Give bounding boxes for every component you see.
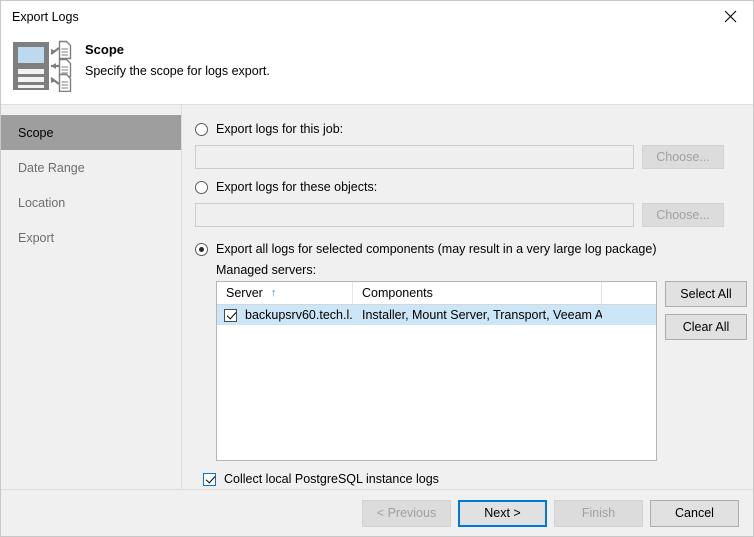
this-job-input[interactable] [195,145,634,169]
radio-label-these-objects: Export logs for these objects: [216,180,378,194]
title-bar: Export Logs [1,1,753,32]
grid-header-row: Server ↑ Components [217,282,656,305]
collect-postgres-label: Collect local PostgreSQL instance logs [224,472,439,486]
all-components-option-block: Export all logs for selected components … [195,239,753,486]
clear-all-button[interactable]: Clear All [665,314,747,340]
row-server-cell: backupsrv60.tech.l... [217,308,353,322]
collect-postgres-checkbox[interactable] [203,472,216,486]
sidebar-item-export[interactable]: Export [1,220,181,255]
this-job-field-row: Choose... [195,145,753,169]
grid-body: backupsrv60.tech.l... Installer, Mount S… [217,305,656,460]
managed-servers-grid[interactable]: Server ↑ Components backupsrv60.tech.l..… [216,281,657,461]
sidebar-item-label: Location [18,195,66,210]
sidebar-item-location[interactable]: Location [1,185,181,220]
row-server-name: backupsrv60.tech.l... [245,308,353,322]
radio-option-these-objects[interactable]: Export logs for these objects: [195,177,753,197]
next-button[interactable]: Next > [458,499,547,527]
grid-action-buttons: Select All Clear All [665,281,747,461]
radio-label-this-job: Export logs for this job: [216,122,344,136]
sidebar-item-date-range[interactable]: Date Range [1,150,181,185]
radio-indicator-these-objects[interactable] [195,180,208,194]
radio-option-this-job[interactable]: Export logs for this job: [195,119,753,139]
sidebar-item-label: Scope [18,125,54,140]
radio-option-all-components[interactable]: Export all logs for selected components … [195,239,753,259]
wizard-steps-sidebar: Scope Date Range Location Export [1,105,182,489]
column-header-components-label: Components [362,286,433,300]
close-icon[interactable] [708,1,753,32]
these-objects-input[interactable] [195,203,634,227]
server-logs-export-icon [11,40,73,93]
export-logs-dialog: Export Logs Scope Specify the scope for … [0,0,754,537]
table-row[interactable]: backupsrv60.tech.l... Installer, Mount S… [217,305,656,325]
select-all-button[interactable]: Select All [665,281,747,307]
these-objects-field-row: Choose... [195,203,753,227]
dialog-header: Scope Specify the scope for logs export. [1,32,753,104]
page-subtitle: Specify the scope for logs export. [85,64,270,78]
cancel-button[interactable]: Cancel [650,499,739,527]
row-checkbox[interactable] [224,308,237,322]
column-header-server-label: Server [226,286,263,300]
scope-options-panel: Export logs for this job: Choose... Expo… [182,105,753,489]
sidebar-item-label: Export [18,230,55,245]
collect-postgres-row[interactable]: Collect local PostgreSQL instance logs [203,472,753,486]
choose-button-this-job[interactable]: Choose... [642,145,724,169]
sidebar-item-scope[interactable]: Scope [1,115,181,150]
sort-ascending-icon: ↑ [270,286,277,299]
column-header-server[interactable]: Server ↑ [217,282,353,305]
sidebar-item-label: Date Range [18,160,85,175]
header-text-block: Scope Specify the scope for logs export. [85,38,270,79]
managed-servers-label: Managed servers: [216,263,317,277]
radio-label-all-components: Export all logs for selected components … [216,242,657,256]
radio-indicator-all-components[interactable] [195,242,208,256]
row-components-cell: Installer, Mount Server, Transport, Veea… [362,308,602,322]
choose-button-these-objects[interactable]: Choose... [642,203,724,227]
page-title: Scope [85,42,125,57]
dialog-body: Scope Date Range Location Export Export … [1,104,753,489]
window-title: Export Logs [12,9,79,24]
column-header-extra[interactable] [602,282,656,305]
managed-servers-area: Server ↑ Components backupsrv60.tech.l..… [216,281,753,461]
radio-indicator-this-job[interactable] [195,122,208,136]
dialog-footer: < Previous Next > Finish Cancel [1,489,753,536]
previous-button[interactable]: < Previous [362,499,451,527]
finish-button[interactable]: Finish [554,499,643,527]
column-header-components[interactable]: Components [353,282,602,305]
